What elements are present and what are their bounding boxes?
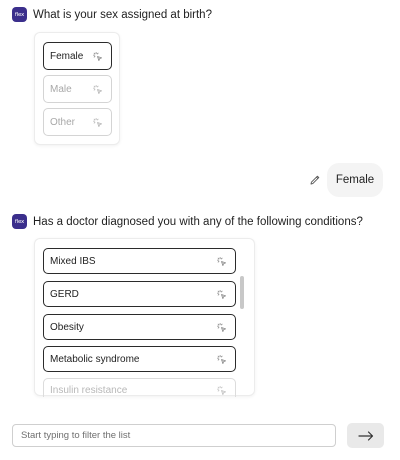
option-label: GERD [50, 288, 79, 300]
option-label: Metabolic syndrome [50, 353, 140, 365]
conditions-options-card: Mixed IBS GERD Obesity Metabolic syndrom… [34, 238, 257, 397]
magic-cursor-icon [216, 256, 227, 266]
magic-cursor-icon [216, 289, 227, 299]
magic-cursor-icon [92, 117, 103, 127]
option-label: Male [50, 83, 72, 95]
option-obesity[interactable]: Obesity [43, 314, 236, 340]
option-other[interactable]: Other [43, 108, 112, 136]
bot-message-conditions: flex Has a doctor diagnosed you with any… [12, 214, 363, 229]
filter-input[interactable] [12, 424, 336, 447]
bot-question-text: What is your sex assigned at birth? [33, 8, 212, 21]
user-reply-bubble: Female [327, 163, 383, 197]
bot-message-sex: flex What is your sex assigned at birth? [12, 7, 212, 22]
bot-avatar: flex [12, 7, 27, 22]
option-male[interactable]: Male [43, 75, 112, 103]
option-label: Other [50, 116, 76, 128]
option-label: Insulin resistance [50, 385, 128, 396]
arrow-right-icon [357, 430, 373, 441]
magic-cursor-icon [92, 51, 103, 61]
option-label: Mixed IBS [50, 255, 96, 267]
bot-question-text: Has a doctor diagnosed you with any of t… [33, 215, 363, 228]
magic-cursor-icon [216, 354, 227, 364]
option-label: Obesity [50, 321, 84, 333]
magic-cursor-icon [216, 322, 227, 332]
send-button[interactable] [347, 423, 384, 448]
scrollbar-thumb[interactable] [240, 276, 244, 309]
option-label: Female [50, 50, 84, 62]
user-reply-text: Female [335, 174, 375, 186]
bot-avatar: flex [12, 214, 27, 229]
magic-cursor-icon [216, 385, 227, 396]
option-metabolic-syndrome[interactable]: Metabolic syndrome [43, 346, 236, 372]
conditions-scroll-area[interactable]: Mixed IBS GERD Obesity Metabolic syndrom… [35, 239, 257, 397]
sex-options-card: Female Male Other [34, 32, 120, 145]
magic-cursor-icon [92, 84, 103, 94]
option-gerd[interactable]: GERD [43, 281, 236, 307]
option-insulin-resistance[interactable]: Insulin resistance [43, 378, 236, 397]
option-mixed-ibs[interactable]: Mixed IBS [43, 248, 236, 274]
option-female[interactable]: Female [43, 42, 112, 70]
pencil-icon[interactable] [309, 174, 321, 186]
